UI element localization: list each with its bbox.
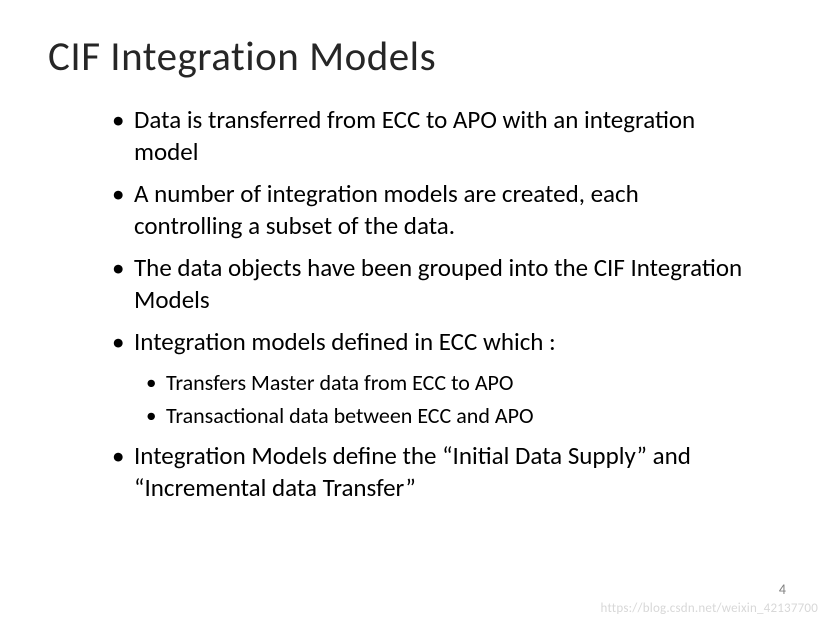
bullet-item: Integration models defined in ECC which … [108,326,746,358]
bullet-list: Data is transferred from ECC to APO with… [108,104,746,504]
slide-content: Data is transferred from ECC to APO with… [48,104,776,504]
sub-bullet-item: Transactional data between ECC and APO [142,401,746,431]
bullet-item: The data objects have been grouped into … [108,252,746,316]
slide-title: CIF Integration Models [48,32,776,82]
slide-container: CIF Integration Models Data is transferr… [0,0,824,546]
bullet-item: A number of integration models are creat… [108,178,746,242]
page-number: 4 [779,581,786,598]
watermark: https://blog.csdn.net/weixin_42137700 [601,601,818,616]
bullet-item: Data is transferred from ECC to APO with… [108,104,746,168]
sub-bullet-list: Transfers Master data from ECC to APO Tr… [108,368,746,430]
sub-bullet-item: Transfers Master data from ECC to APO [142,368,746,398]
bullet-item: Integration Models define the “Initial D… [108,440,746,504]
